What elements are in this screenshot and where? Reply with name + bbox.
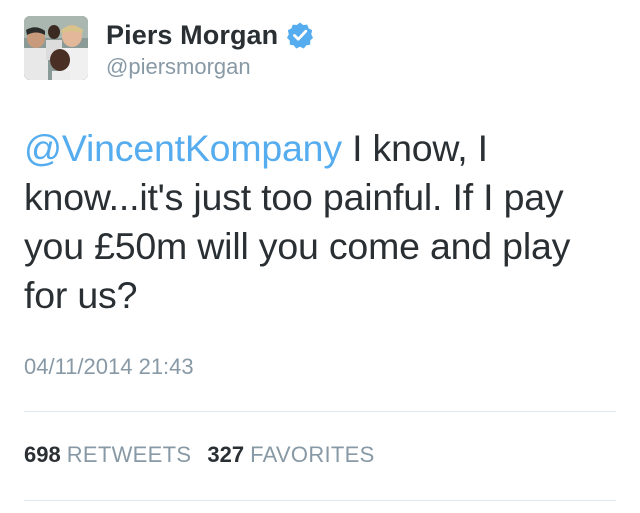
- group-photo-avatar-icon: [24, 16, 88, 80]
- verified-badge-icon: [286, 21, 314, 49]
- retweets-count: 698: [24, 442, 61, 467]
- user-handle[interactable]: @piersmorgan: [106, 54, 251, 80]
- tweet-text: @VincentKompany I know, I know...it's ju…: [24, 124, 614, 320]
- mention-link[interactable]: @VincentKompany: [24, 127, 342, 169]
- timestamp[interactable]: 04/11/2014 21:43: [24, 354, 194, 380]
- favorites-stat[interactable]: 327 FAVORITES: [207, 442, 374, 468]
- retweets-stat[interactable]: 698 RETWEETS: [24, 442, 191, 468]
- display-name[interactable]: Piers Morgan: [106, 20, 278, 51]
- avatar[interactable]: [24, 16, 88, 80]
- divider: [24, 500, 616, 501]
- favorites-label: FAVORITES: [250, 442, 375, 467]
- retweets-label: RETWEETS: [66, 442, 192, 467]
- name-row: Piers Morgan: [106, 18, 314, 52]
- favorites-count: 327: [207, 442, 245, 467]
- tweet-header: Piers Morgan @piersmorgan: [24, 16, 616, 86]
- tweet-stats: 698 RETWEETS 327 FAVORITES: [24, 442, 375, 468]
- divider: [24, 411, 616, 412]
